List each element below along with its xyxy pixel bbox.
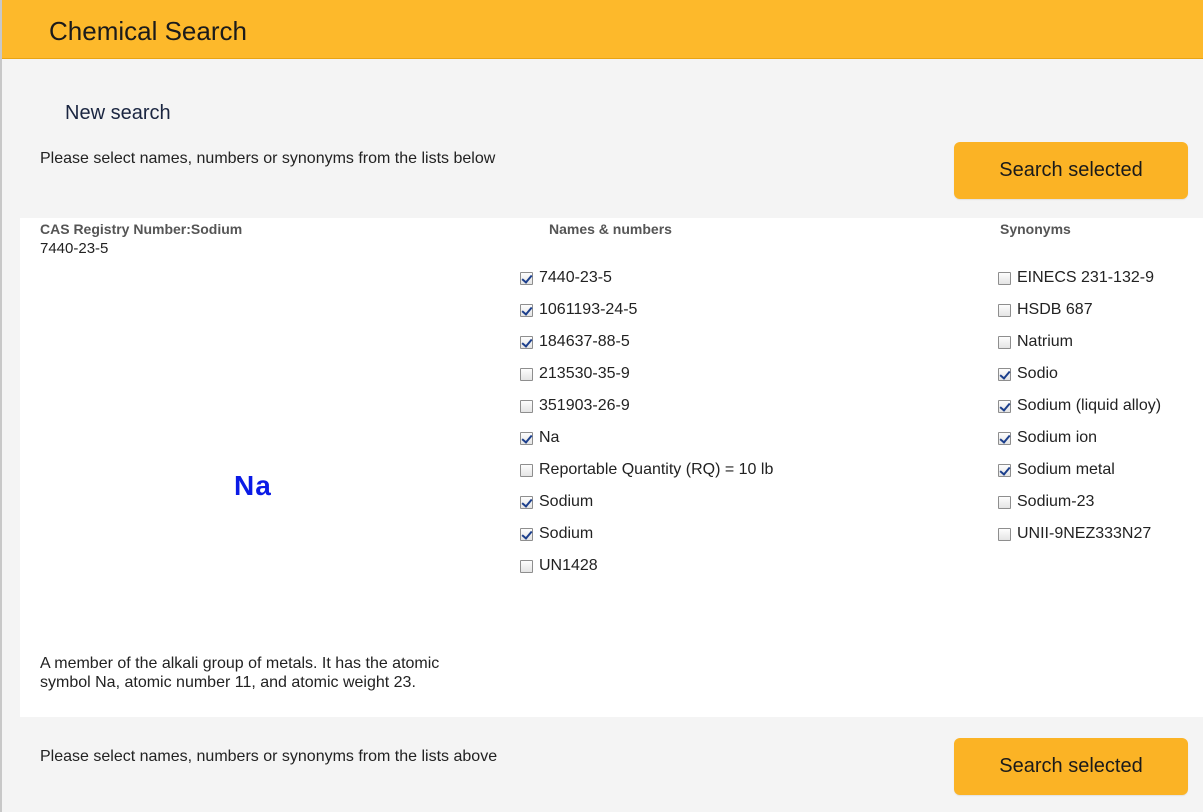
synonym-item-label: Natrium [1017,333,1074,350]
names-item[interactable]: Na [520,422,773,454]
checkbox[interactable] [520,559,533,573]
names-item[interactable]: Reportable Quantity (RQ) = 10 lb [520,454,773,486]
checkbox[interactable] [998,431,1011,445]
cas-heading: CAS Registry Number:Sodium [40,221,243,237]
synonyms-list: EINECS 231-132-9 HSDB 687 Natrium Sodio … [998,262,1161,550]
compound-description: A member of the alkali group of metals. … [40,655,440,691]
results-panel: CAS Registry Number:Sodium 7440-23-5 Na … [20,218,1203,717]
checkbox[interactable] [520,463,533,477]
checkbox[interactable] [520,527,533,541]
names-item[interactable]: 7440-23-5 [520,262,773,294]
synonym-item-label: UNII-9NEZ333N27 [1017,525,1152,542]
names-item-label: 7440-23-5 [539,269,612,286]
names-item[interactable]: Sodium [520,486,773,518]
checkbox[interactable] [520,335,533,349]
names-item-label: 184637-88-5 [539,333,630,350]
page-header: Chemical Search [2,0,1203,59]
synonyms-heading: Synonyms [1000,221,1071,237]
checkbox[interactable] [520,495,533,509]
names-item-label: 351903-26-9 [539,397,630,414]
names-item-label: Reportable Quantity (RQ) = 10 lb [539,461,774,478]
names-item[interactable]: 213530-35-9 [520,358,773,390]
synonym-item[interactable]: Sodio [998,358,1161,390]
page-title: Chemical Search [49,16,247,46]
synonym-item[interactable]: Natrium [998,326,1161,358]
checkbox[interactable] [998,271,1011,285]
names-item[interactable]: UN1428 [520,550,773,582]
checkbox[interactable] [998,399,1011,413]
checkbox[interactable] [998,367,1011,381]
synonym-item[interactable]: Sodium-23 [998,486,1161,518]
checkbox[interactable] [520,271,533,285]
names-item-label: 1061193-24-5 [539,301,638,318]
section-subtitle: New search [65,102,171,124]
search-selected-button-bottom[interactable]: Search selected [954,738,1188,795]
checkbox[interactable] [520,367,533,381]
search-selected-button-top[interactable]: Search selected [954,142,1188,199]
names-item-label: Sodium [539,525,594,542]
checkbox[interactable] [998,527,1011,541]
synonym-item-label: Sodium metal [1017,461,1115,478]
names-item-label: Na [539,429,560,446]
synonym-item-label: Sodium (liquid alloy) [1017,397,1162,414]
synonym-item[interactable]: HSDB 687 [998,294,1161,326]
names-item[interactable]: 351903-26-9 [520,390,773,422]
checkbox[interactable] [998,335,1011,349]
names-item-label: UN1428 [539,557,598,574]
names-item-label: Sodium [539,493,594,510]
chemical-structure-symbol: Na [234,470,272,501]
bottom-instruction: Please select names, numbers or synonyms… [40,748,498,765]
top-instruction: Please select names, numbers or synonyms… [40,150,496,167]
checkbox[interactable] [520,303,533,317]
checkbox[interactable] [520,431,533,445]
names-numbers-heading: Names & numbers [549,221,672,237]
names-item[interactable]: 184637-88-5 [520,326,773,358]
synonym-item-label: Sodio [1017,365,1058,382]
synonym-item[interactable]: UNII-9NEZ333N27 [998,518,1161,550]
synonym-item[interactable]: Sodium metal [998,454,1161,486]
checkbox[interactable] [998,463,1011,477]
checkbox[interactable] [520,399,533,413]
synonym-item[interactable]: EINECS 231-132-9 [998,262,1161,294]
names-item-label: 213530-35-9 [539,365,630,382]
synonym-item[interactable]: Sodium (liquid alloy) [998,390,1161,422]
cas-number: 7440-23-5 [40,240,109,257]
synonym-item-label: Sodium-23 [1017,493,1095,510]
synonym-item-label: Sodium ion [1017,429,1098,446]
checkbox[interactable] [998,303,1011,317]
names-item[interactable]: 1061193-24-5 [520,294,773,326]
checkbox[interactable] [998,495,1011,509]
synonym-item-label: HSDB 687 [1017,301,1093,318]
synonym-item-label: EINECS 231-132-9 [1017,269,1154,286]
names-item[interactable]: Sodium [520,518,773,550]
names-numbers-list: 7440-23-5 1061193-24-5 184637-88-5 21353… [520,262,773,582]
synonym-item[interactable]: Sodium ion [998,422,1161,454]
